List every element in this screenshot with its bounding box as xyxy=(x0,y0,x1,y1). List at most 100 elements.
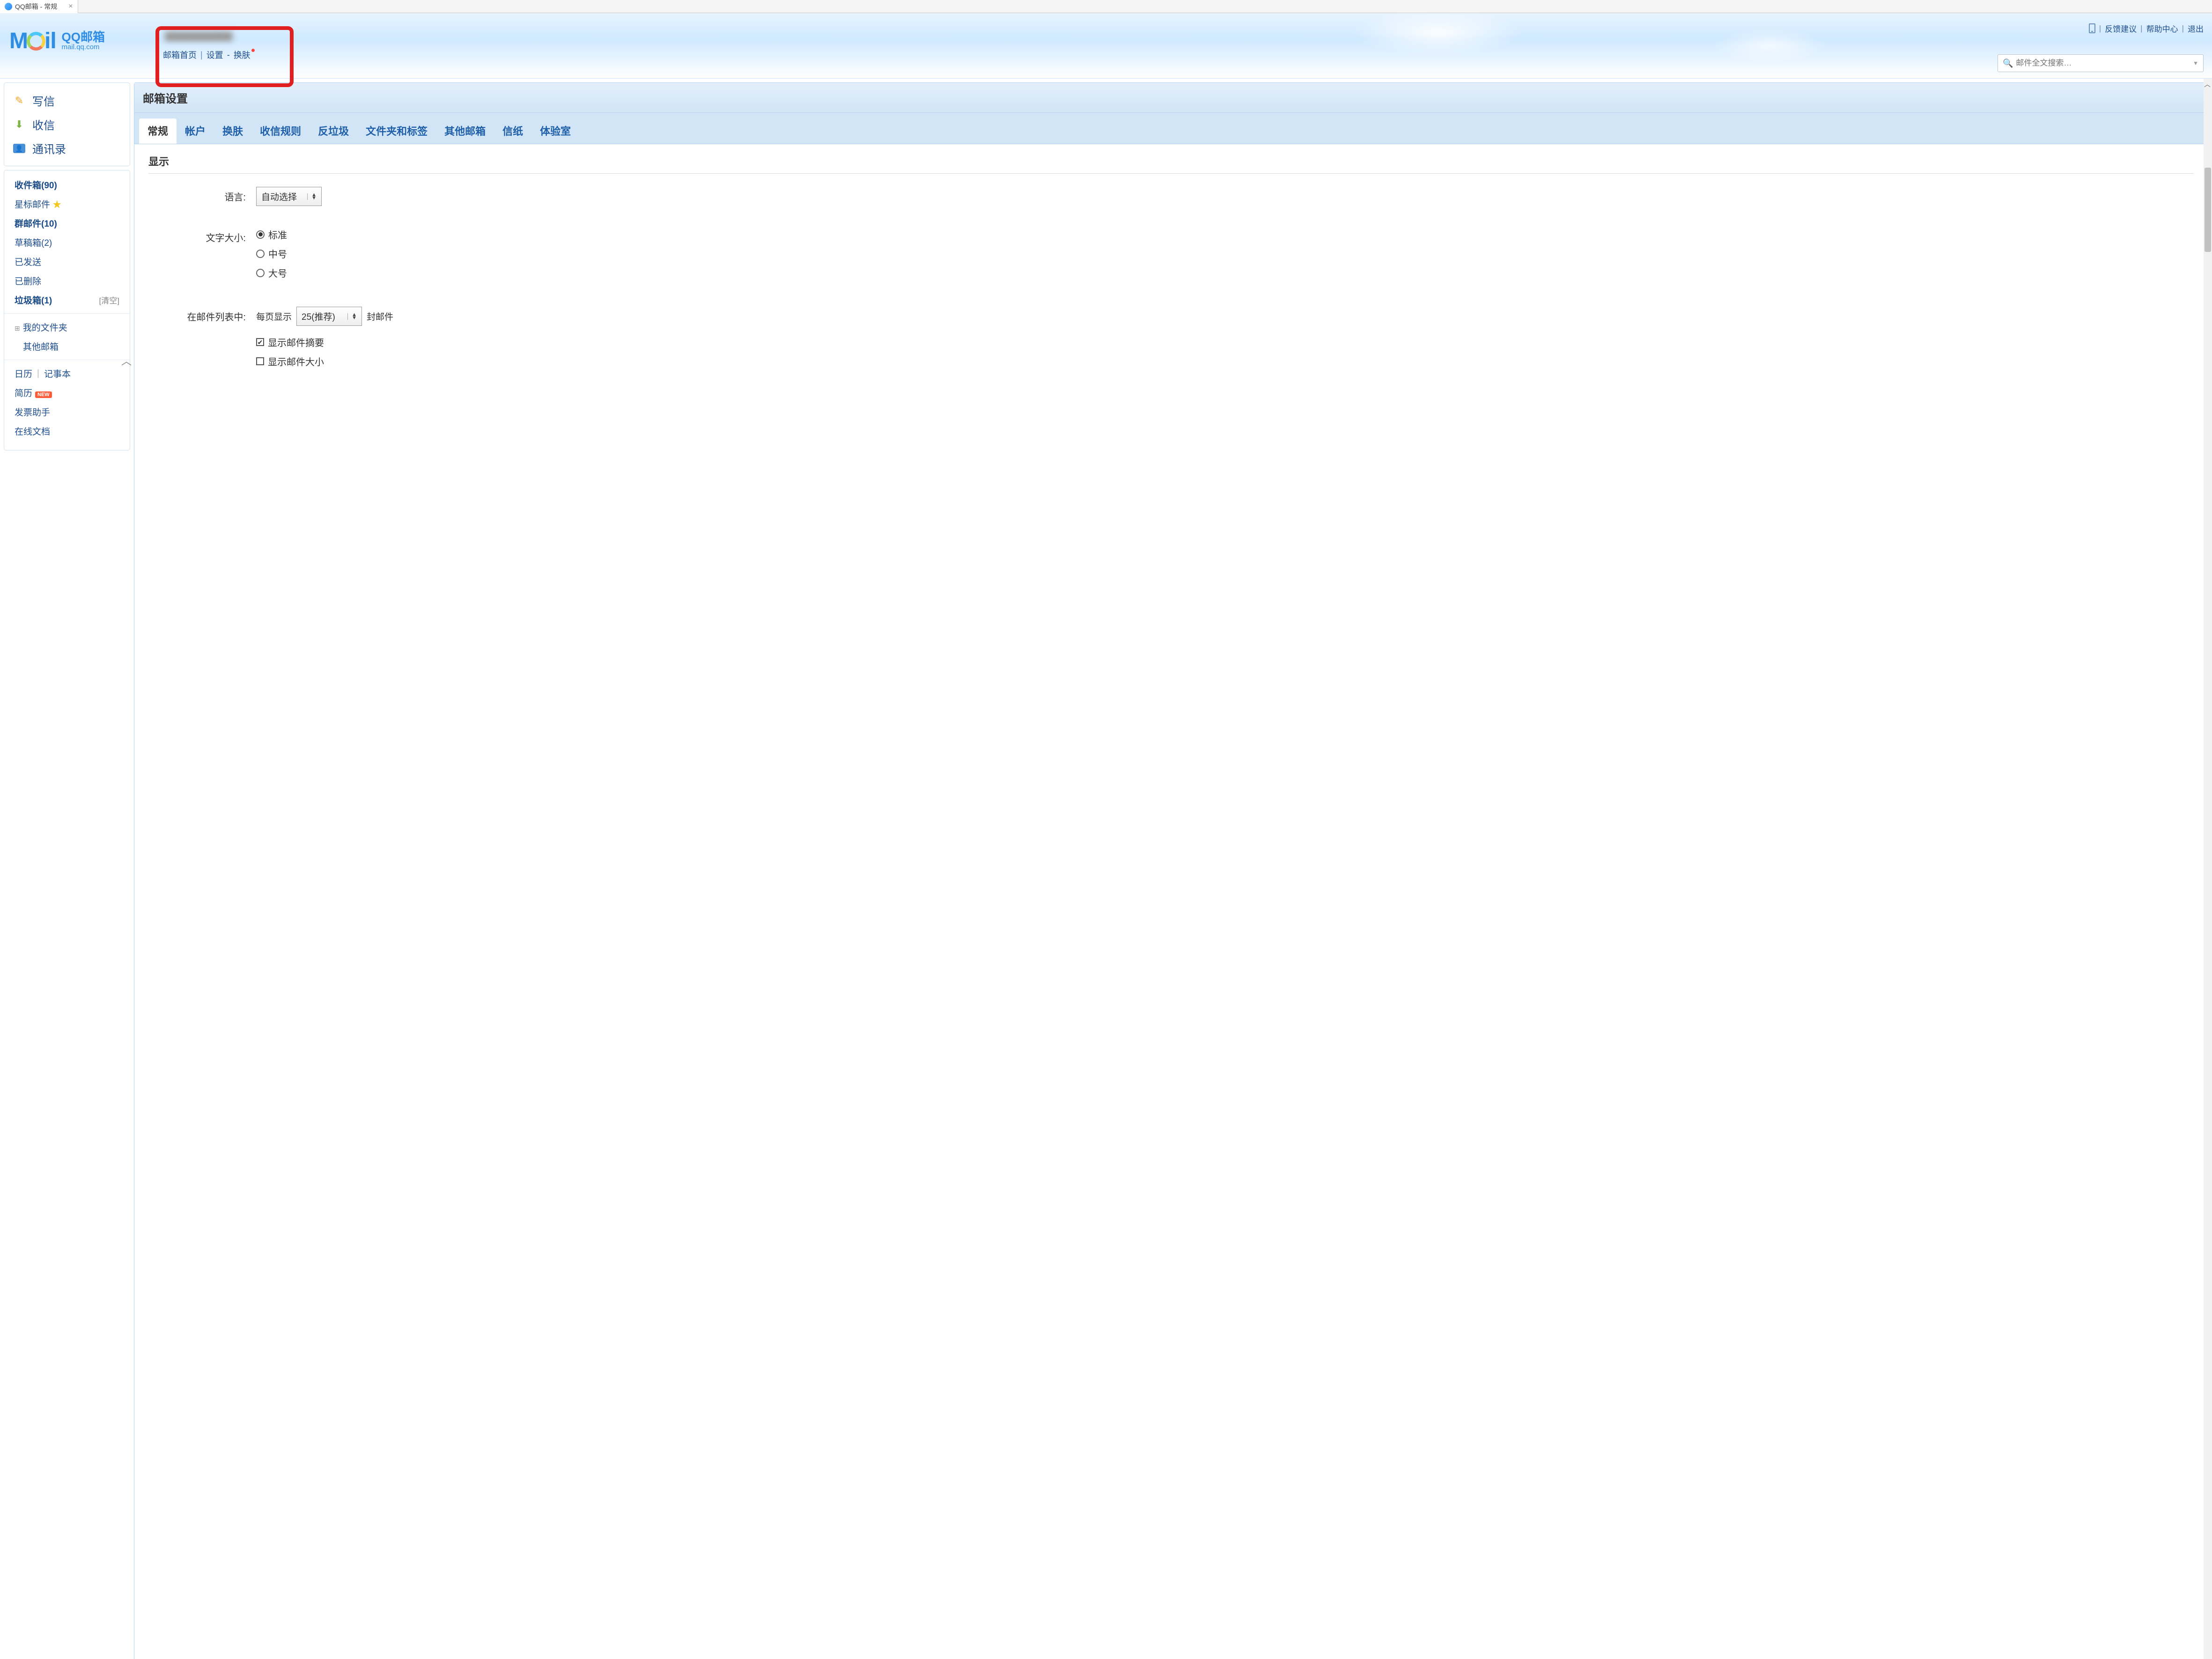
language-value: 自动选择 xyxy=(261,190,297,203)
blurred-username: ████████████ xyxy=(165,32,233,41)
logo-cn: QQ邮箱 xyxy=(62,31,105,43)
expand-icon[interactable]: ⊞ xyxy=(15,324,20,332)
new-badge: NEW xyxy=(35,391,52,398)
contacts-label: 通讯录 xyxy=(32,140,66,156)
logo[interactable]: Mil QQ邮箱 mail.qq.com xyxy=(9,28,105,54)
sidebar-folders: 收件箱(90) 星标邮件 ★ 群邮件(10) 草稿箱(2) 已发送 已删除 垃圾… xyxy=(4,170,130,450)
maillist-label: 在邮件列表中: xyxy=(148,307,256,323)
tab-antispam[interactable]: 反垃圾 xyxy=(310,118,357,144)
scroll-thumb[interactable] xyxy=(2205,168,2211,252)
tab-folders[interactable]: 文件夹和标签 xyxy=(357,118,436,144)
nav-home[interactable]: 邮箱首页 xyxy=(163,49,197,61)
checkbox-show-size[interactable]: 显示邮件大小 xyxy=(256,354,2194,368)
receive-label: 收信 xyxy=(32,116,55,133)
sidebar-item-starred[interactable]: 星标邮件 ★ xyxy=(4,194,130,214)
red-dot-icon xyxy=(251,49,255,52)
receive-button[interactable]: ⬇ 收信 xyxy=(4,112,130,136)
tab-account[interactable]: 帐户 xyxy=(177,118,214,144)
checkbox-show-summary[interactable]: ✔ 显示邮件摘要 xyxy=(256,335,2194,349)
feedback-link[interactable]: 反馈建议 xyxy=(2105,22,2137,34)
tab-skin[interactable]: 换肤 xyxy=(214,118,251,144)
sidebar-item-sent[interactable]: 已发送 xyxy=(4,252,130,271)
sidebar-item-onlinedocs[interactable]: 在线文档 xyxy=(4,421,130,441)
sidebar-item-resume[interactable]: 简历NEW xyxy=(4,383,130,402)
tab-labs[interactable]: 体验室 xyxy=(531,118,579,144)
section-title: 显示 xyxy=(148,154,2194,169)
notes-link[interactable]: 记事本 xyxy=(44,367,71,380)
scrollbar[interactable]: ︿ xyxy=(2204,79,2212,1659)
mobile-icon[interactable] xyxy=(2089,23,2095,33)
perpage-select[interactable]: 25(推荐) ▲▼ xyxy=(296,307,362,326)
search-icon: 🔍 xyxy=(2003,59,2013,68)
logo-ring-icon xyxy=(27,32,45,51)
search-box[interactable]: 🔍 ▼ xyxy=(1998,54,2204,72)
radio-icon[interactable] xyxy=(256,250,265,258)
sidebar-item-group[interactable]: 群邮件(10) xyxy=(4,214,130,233)
sidebar-item-invoice[interactable]: 发票助手 xyxy=(4,402,130,421)
contacts-button[interactable]: 👤 通讯录 xyxy=(4,136,130,160)
fontsize-label: 文字大小: xyxy=(148,228,256,244)
trash-clear-link[interactable]: [清空] xyxy=(99,294,119,306)
settings-tabs: 常规 帐户 换肤 收信规则 反垃圾 文件夹和标签 其他邮箱 信纸 体验室 xyxy=(134,113,2208,144)
header: Mil QQ邮箱 mail.qq.com | 反馈建议 | 帮助中心 | 退出 … xyxy=(0,13,2212,79)
tab-title: QQ邮箱 - 常规 xyxy=(15,2,57,11)
logo-text: Mil xyxy=(9,29,56,53)
dropdown-caret-icon[interactable]: ▼ xyxy=(2193,60,2198,66)
main: ✎ 写信 ⬇ 收信 👤 通讯录 收件箱(90) 星标邮件 ★ 群邮件(10) 草… xyxy=(0,79,2212,1659)
row-fontsize: 文字大小: 标准 中号 大号 xyxy=(148,228,2194,285)
logout-link[interactable]: 退出 xyxy=(2188,22,2204,34)
perpage-prefix: 每页显示 xyxy=(256,310,292,323)
compose-icon: ✎ xyxy=(13,94,26,107)
updown-icon: ▲▼ xyxy=(347,313,357,320)
nav-settings[interactable]: 设置 xyxy=(206,49,223,61)
sidebar-item-inbox[interactable]: 收件箱(90) xyxy=(4,175,130,194)
divider xyxy=(148,173,2194,174)
sidebar-item-deleted[interactable]: 已删除 xyxy=(4,271,130,290)
tab-rules[interactable]: 收信规则 xyxy=(251,118,310,144)
sidebar-item-drafts[interactable]: 草稿箱(2) xyxy=(4,233,130,252)
browser-tabbar: QQ邮箱 - 常规 × xyxy=(0,0,2212,13)
row-maillist: 在邮件列表中: 每页显示 25(推荐) ▲▼ 封邮件 ✔ 显示邮 xyxy=(148,307,2194,374)
settings-panel: 邮箱设置 常规 帐户 换肤 收信规则 反垃圾 文件夹和标签 其他邮箱 信纸 体验… xyxy=(134,82,2208,1659)
scroll-up-icon[interactable]: ︿ xyxy=(2204,80,2211,89)
contacts-icon: 👤 xyxy=(13,142,26,155)
search-input[interactable] xyxy=(2016,59,2193,68)
sidebar-item-myfolders[interactable]: ⊞我的文件夹 xyxy=(4,317,130,337)
help-link[interactable]: 帮助中心 xyxy=(2146,22,2178,34)
browser-tab[interactable]: QQ邮箱 - 常规 × xyxy=(0,0,78,13)
fontsize-option-standard[interactable]: 标准 xyxy=(256,228,2194,241)
fontsize-option-large[interactable]: 大号 xyxy=(256,266,2194,280)
logo-en: mail.qq.com xyxy=(62,43,105,51)
perpage-value: 25(推荐) xyxy=(302,310,335,323)
tab-stationery[interactable]: 信纸 xyxy=(494,118,531,144)
sidebar-actions: ✎ 写信 ⬇ 收信 👤 通讯录 xyxy=(4,82,130,166)
compose-button[interactable]: ✎ 写信 xyxy=(4,88,130,112)
checkbox-icon[interactable] xyxy=(256,357,264,365)
top-links: | 反馈建议 | 帮助中心 | 退出 xyxy=(2089,22,2204,34)
language-select[interactable]: 自动选择 ▲▼ xyxy=(256,187,322,206)
sidebar-scroll-up-icon[interactable]: ︿ xyxy=(121,353,132,368)
radio-icon[interactable] xyxy=(256,230,265,239)
checkbox-icon[interactable]: ✔ xyxy=(256,338,264,346)
panel-title: 邮箱设置 xyxy=(134,83,2208,113)
sidebar-item-calendar-notes: 日历 | 记事本 xyxy=(4,364,130,383)
section-display: 显示 语言: 自动选择 ▲▼ 文字大小: xyxy=(134,144,2208,405)
star-icon: ★ xyxy=(52,200,61,210)
fontsize-option-medium[interactable]: 中号 xyxy=(256,247,2194,260)
cloud-background xyxy=(0,13,2212,78)
tab-othermail[interactable]: 其他邮箱 xyxy=(436,118,494,144)
receive-icon: ⬇ xyxy=(13,118,26,131)
header-nav: 邮箱首页 | 设置 - 换肤 xyxy=(163,49,255,61)
nav-skin[interactable]: 换肤 xyxy=(234,49,255,61)
close-icon[interactable]: × xyxy=(68,2,73,11)
calendar-link[interactable]: 日历 xyxy=(15,367,32,380)
language-label: 语言: xyxy=(148,187,256,203)
perpage-suffix: 封邮件 xyxy=(367,310,393,323)
separator: | xyxy=(2140,24,2142,33)
sidebar-item-othermail[interactable]: 其他邮箱 xyxy=(4,337,130,356)
tab-general[interactable]: 常规 xyxy=(139,118,177,144)
compose-label: 写信 xyxy=(32,92,55,109)
sidebar-item-trash[interactable]: 垃圾箱(1) [清空] xyxy=(4,290,130,310)
separator: | xyxy=(2099,24,2101,33)
radio-icon[interactable] xyxy=(256,269,265,277)
